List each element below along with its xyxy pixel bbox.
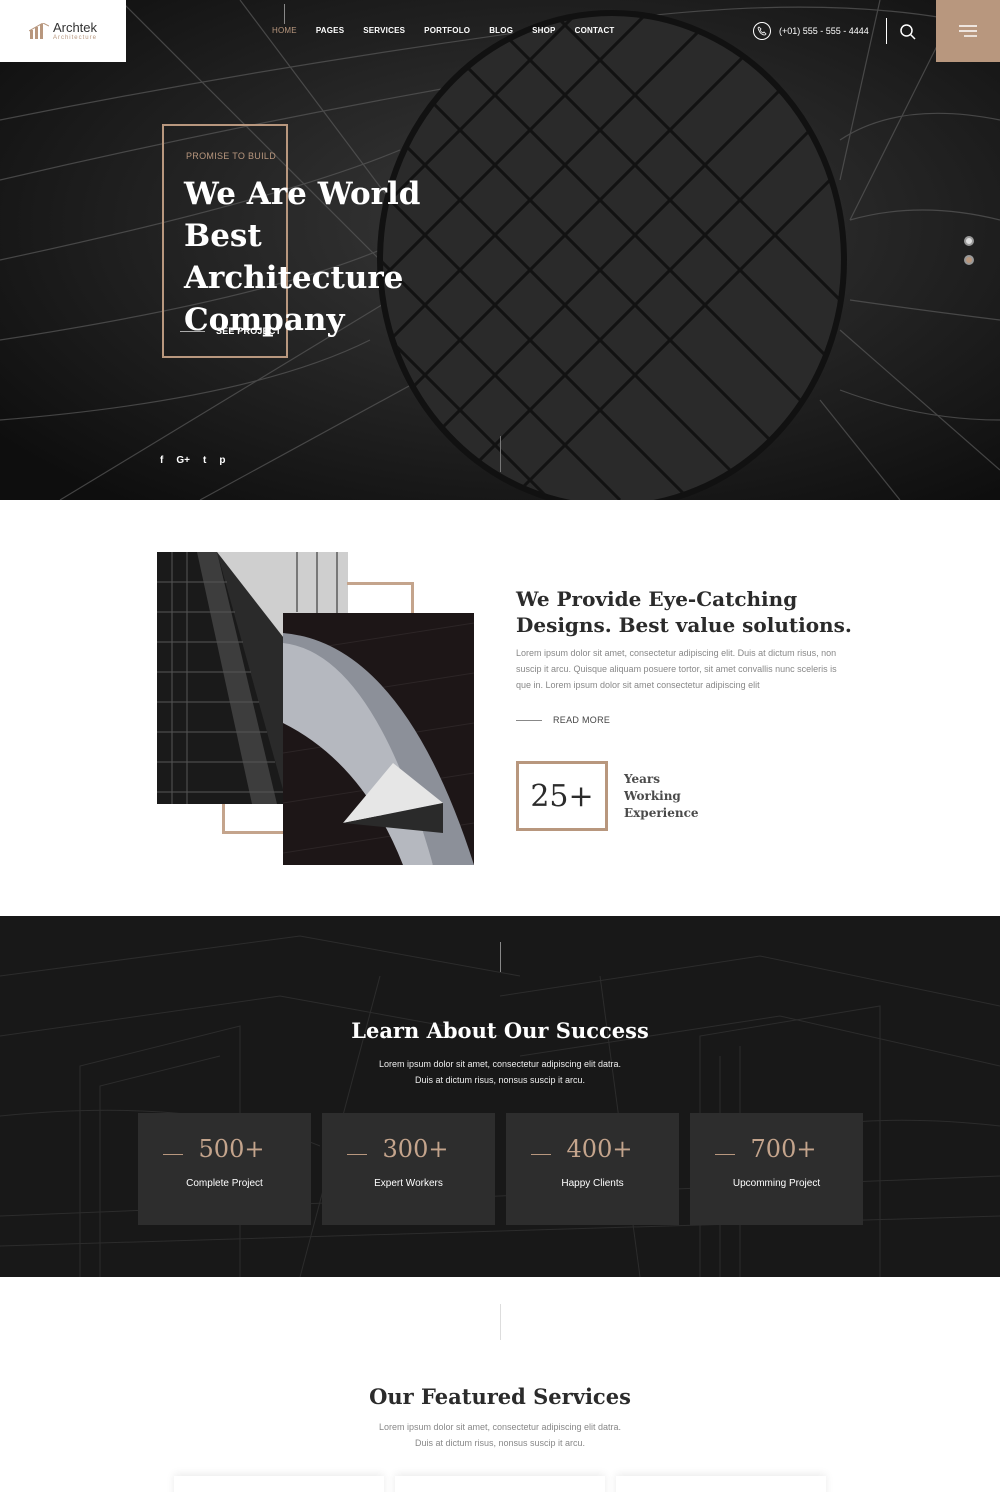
years-value: 25+ bbox=[530, 778, 594, 814]
social-links: f G+ t p bbox=[160, 455, 238, 466]
stat-value: 700+ bbox=[750, 1135, 817, 1163]
stat-value: 300+ bbox=[382, 1135, 449, 1163]
stat-label: Upcomming Project bbox=[732, 1178, 821, 1189]
nav-item-services[interactable]: SERVICES bbox=[363, 26, 405, 35]
phone-contact[interactable]: (+01) 555 - 555 - 4444 bbox=[753, 22, 869, 40]
facebook-icon[interactable]: f bbox=[160, 455, 163, 466]
read-more-label: READ MORE bbox=[553, 715, 611, 725]
about-text: Lorem ipsum dolor sit amet, consectetur … bbox=[516, 648, 837, 690]
success-text-line: Lorem ipsum dolor sit amet, consectetur … bbox=[378, 1059, 622, 1069]
nav-item-contact[interactable]: CONTACT bbox=[575, 26, 615, 35]
stat-card: 300+ Expert Workers bbox=[322, 1113, 495, 1225]
logo-name: Archtek bbox=[52, 20, 98, 35]
stat-label: Happy Clients bbox=[561, 1178, 624, 1189]
success-title: Learn About Our Success bbox=[351, 1018, 649, 1043]
nav-divider bbox=[284, 4, 285, 24]
phone-number: (+01) 555 - 555 - 4444 bbox=[779, 26, 869, 36]
nav-item-portfolio[interactable]: PORTFOLO bbox=[424, 26, 470, 35]
google-plus-icon[interactable]: G+ bbox=[176, 455, 190, 466]
services-text: Lorem ipsum dolor sit amet, consectetur … bbox=[350, 1419, 650, 1451]
hero-title: We Are World Best Architecture Company bbox=[184, 173, 484, 341]
hero-title-line: Best Architecture bbox=[184, 218, 404, 296]
stat-label: Expert Workers bbox=[374, 1178, 443, 1189]
services-text-line: Lorem ipsum dolor sit amet, consectetur … bbox=[378, 1422, 622, 1432]
phone-icon bbox=[753, 22, 771, 40]
search-icon[interactable] bbox=[899, 23, 917, 41]
read-more-link[interactable]: READ MORE bbox=[516, 715, 610, 725]
pinterest-icon[interactable]: p bbox=[219, 455, 225, 466]
hamburger-icon[interactable] bbox=[936, 0, 1000, 62]
nav-item-home[interactable]: HOME bbox=[272, 26, 297, 35]
slider-dot-1[interactable] bbox=[964, 236, 974, 246]
slider-dot-2[interactable] bbox=[964, 255, 974, 265]
years-label-line: Years bbox=[624, 772, 661, 786]
see-project-label: SEE PROJECT bbox=[216, 326, 282, 336]
hero-background-image bbox=[0, 0, 1000, 500]
stat-card: 700+ Upcomming Project bbox=[690, 1113, 863, 1225]
twitter-icon[interactable]: t bbox=[203, 455, 206, 466]
nav-item-shop[interactable]: SHOP bbox=[532, 26, 555, 35]
main-nav: HOME PAGES SERVICES PORTFOLO BLOG SHOP C… bbox=[272, 26, 634, 35]
cta-line bbox=[180, 330, 205, 332]
about-image-curve bbox=[283, 613, 474, 865]
see-project-link[interactable]: SEE PROJECT bbox=[180, 326, 281, 336]
years-label-line: Experience bbox=[624, 806, 699, 820]
about-accent-frame-top bbox=[347, 582, 414, 613]
service-card[interactable] bbox=[616, 1476, 826, 1492]
service-card[interactable] bbox=[174, 1476, 384, 1492]
success-text-line: Duis at dictum risus, nonsus suscip it a… bbox=[414, 1075, 586, 1085]
years-label: Years Working Experience bbox=[624, 771, 704, 822]
stat-value: 500+ bbox=[198, 1135, 265, 1163]
about-title: We Provide Eye-Catching Designs. Best va… bbox=[516, 587, 852, 637]
stat-label: Complete Project bbox=[186, 1178, 263, 1189]
logo-tagline: Architecture bbox=[52, 35, 97, 41]
hero-section: Archtek Architecture HOME PAGES SERVICES… bbox=[0, 0, 1000, 500]
header-divider bbox=[886, 18, 887, 44]
stat-card: 400+ Happy Clients bbox=[506, 1113, 679, 1225]
about-accent-frame-bottom bbox=[222, 804, 283, 834]
years-label-line: Working bbox=[624, 789, 681, 803]
service-card[interactable] bbox=[395, 1476, 605, 1492]
nav-item-blog[interactable]: BLOG bbox=[489, 26, 513, 35]
services-text-line: Duis at dictum risus, nonsus suscip it a… bbox=[414, 1438, 586, 1448]
stat-card: 500+ Complete Project bbox=[138, 1113, 311, 1225]
services-title: Our Featured Services bbox=[369, 1384, 631, 1409]
nav-item-pages[interactable]: PAGES bbox=[316, 26, 344, 35]
success-text: Lorem ipsum dolor sit amet, consectetur … bbox=[350, 1056, 650, 1088]
services-divider-line bbox=[500, 1304, 501, 1340]
stat-value: 400+ bbox=[566, 1135, 633, 1163]
success-section: Learn About Our Success Lorem ipsum dolo… bbox=[0, 916, 1000, 1277]
logo[interactable]: Archtek Architecture bbox=[0, 0, 126, 62]
success-divider-line bbox=[500, 942, 501, 972]
read-more-line bbox=[516, 719, 542, 721]
logo-icon bbox=[28, 23, 49, 39]
years-badge: 25+ bbox=[516, 761, 608, 831]
scroll-indicator-line bbox=[500, 436, 501, 472]
hero-kicker: PROMISE TO BUILD bbox=[186, 151, 276, 161]
hero-title-line: We Are World bbox=[184, 176, 421, 212]
